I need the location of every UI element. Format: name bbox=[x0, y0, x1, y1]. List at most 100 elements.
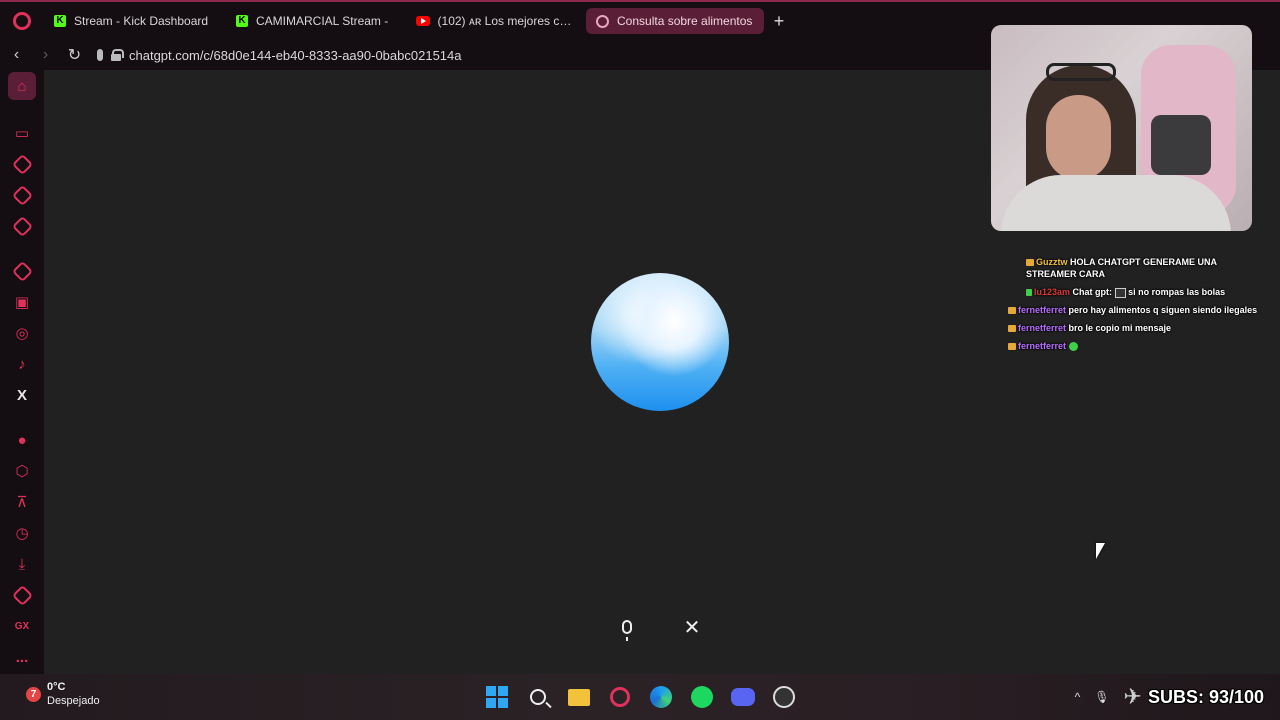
pin-icon: ⊼ bbox=[16, 494, 28, 511]
gamepad-icon: ▭ bbox=[14, 125, 30, 142]
chat-text: bro le copio mi mensaje bbox=[1068, 323, 1172, 333]
history-icon: ◷ bbox=[15, 525, 29, 542]
sidebar-more-button[interactable]: ... bbox=[8, 643, 36, 671]
chevron-right-icon: › bbox=[42, 46, 49, 63]
sub-badge-icon bbox=[1008, 325, 1016, 333]
chat-username: fernetferret bbox=[1018, 305, 1067, 315]
sidebar-pin-button[interactable]: ⊼ bbox=[8, 488, 36, 516]
spotify-button[interactable] bbox=[687, 682, 717, 712]
gx-icon: GX bbox=[14, 620, 30, 632]
sidebar-aria-button[interactable] bbox=[8, 150, 36, 178]
sidebar-home-button[interactable]: ⌂ bbox=[8, 72, 36, 100]
tab-camimarcial-stream[interactable]: K CAMIMARCIAL Stream - bbox=[226, 8, 404, 34]
x-icon: X bbox=[16, 386, 27, 404]
chatgpt-icon bbox=[11, 184, 33, 206]
microphone-icon bbox=[622, 620, 632, 641]
weather-widget[interactable]: 7 0°C Despejado bbox=[26, 680, 100, 708]
mouse-cursor-icon bbox=[1096, 543, 1105, 559]
sidebar-download-button[interactable]: ⤓ bbox=[8, 550, 36, 578]
sub-badge-icon bbox=[1026, 259, 1034, 267]
url-field[interactable]: chatgpt.com/c/68d0e144-eb40-8333-aa90-0b… bbox=[97, 48, 461, 63]
sidebar: ⌂ ▭ ▣ ◎ ♪ X ● ⬡ ⊼ ◷ ⤓ GX ... bbox=[0, 70, 44, 674]
search-button[interactable] bbox=[523, 682, 553, 712]
mute-mic-button[interactable] bbox=[607, 610, 647, 644]
record-icon: ● bbox=[17, 431, 27, 449]
sidebar-openai-button[interactable] bbox=[8, 257, 36, 285]
sidebar-twitch-button[interactable]: ▣ bbox=[8, 288, 36, 316]
system-tray: ^ 🎙 ✈ SUBS: 93/100 bbox=[1075, 674, 1280, 720]
badge-icon bbox=[1026, 289, 1032, 297]
tab-youtube[interactable]: (102) ᴀʀ Los mejores caso bbox=[406, 8, 584, 34]
chat-username: Guzztw bbox=[1036, 257, 1068, 267]
sidebar-extensions-button[interactable] bbox=[8, 581, 36, 609]
folder-icon bbox=[568, 688, 590, 706]
tiktok-icon: ♪ bbox=[18, 355, 26, 373]
sidebar-x-button[interactable]: X bbox=[8, 381, 36, 409]
obs-button[interactable] bbox=[769, 682, 799, 712]
instagram-icon: ◎ bbox=[15, 325, 29, 342]
voice-orb bbox=[591, 273, 729, 411]
weather-temp: 0°C bbox=[47, 681, 66, 693]
reload-icon: ↻ bbox=[67, 47, 82, 64]
sidebar-package-button[interactable]: ⬡ bbox=[8, 457, 36, 485]
chat-username: lu123am bbox=[1034, 287, 1071, 297]
discord-icon bbox=[731, 688, 755, 706]
chevron-left-icon: ‹ bbox=[13, 46, 20, 63]
opera-logo-icon bbox=[13, 12, 31, 30]
tab-kick-dashboard[interactable]: K Stream - Kick Dashboard bbox=[44, 8, 224, 34]
package-icon: ⬡ bbox=[15, 463, 29, 480]
sidebar-tiktok-button[interactable]: ♪ bbox=[8, 350, 36, 378]
sidebar-gamepad-button[interactable]: ▭ bbox=[8, 119, 36, 147]
kick-icon: K bbox=[236, 15, 248, 27]
extensions-icon bbox=[11, 584, 33, 606]
edge-button[interactable] bbox=[646, 682, 676, 712]
tab-consulta-alimentos[interactable]: Consulta sobre alimentos bbox=[586, 8, 764, 34]
chat-text: Chat gpt: bbox=[1072, 287, 1113, 297]
emote-icon bbox=[1068, 342, 1078, 352]
emote-icon bbox=[1114, 287, 1126, 298]
forward-button[interactable]: › bbox=[33, 41, 58, 69]
home-icon: ⌂ bbox=[17, 77, 27, 95]
taskbar: 7 0°C Despejado ^ 🎙 ✈ SUBS: 93/100 bbox=[0, 674, 1280, 720]
chat-message: lu123am Chat gpt: si no rompas las bolas bbox=[1008, 286, 1258, 298]
openai-icon bbox=[11, 260, 33, 282]
ai-icon bbox=[11, 215, 33, 237]
start-button[interactable] bbox=[482, 682, 512, 712]
sidebar-instagram-button[interactable]: ◎ bbox=[8, 319, 36, 347]
new-tab-button[interactable]: + bbox=[766, 8, 792, 34]
weather-desc: Despejado bbox=[47, 695, 100, 707]
sidebar-chatgpt-button[interactable] bbox=[8, 181, 36, 209]
subs-counter: SUBS: 93/100 bbox=[1147, 686, 1264, 707]
sidebar-ai-button[interactable] bbox=[8, 212, 36, 240]
mic-in-use-icon[interactable] bbox=[97, 49, 103, 61]
lock-icon[interactable] bbox=[111, 49, 124, 61]
sub-badge-icon bbox=[1008, 343, 1016, 351]
chat-message: Guzztw HOLA CHATGPT GENERAME UNA STREAME… bbox=[1008, 256, 1258, 280]
reload-button[interactable]: ↻ bbox=[62, 41, 87, 69]
chatgpt-icon bbox=[596, 14, 609, 28]
back-button[interactable]: ‹ bbox=[4, 41, 29, 69]
windows-icon bbox=[486, 686, 508, 708]
obs-icon bbox=[773, 686, 795, 708]
webcam-overlay bbox=[991, 25, 1252, 231]
show-hidden-icons-button[interactable]: ^ bbox=[1075, 690, 1081, 704]
youtube-icon bbox=[416, 16, 430, 26]
opera-menu-button[interactable] bbox=[0, 2, 44, 40]
twitch-icon: ▣ bbox=[14, 294, 30, 311]
file-explorer-button[interactable] bbox=[564, 682, 594, 712]
end-voice-button[interactable]: ✕ bbox=[672, 610, 712, 644]
chat-text: pero hay alimentos q siguen siendo ilega… bbox=[1068, 305, 1258, 315]
sidebar-history-button[interactable]: ◷ bbox=[8, 519, 36, 547]
sidebar-record-button[interactable]: ● bbox=[8, 426, 36, 454]
chat-message: fernetferret bbox=[1008, 340, 1258, 352]
more-icon: ... bbox=[15, 648, 29, 666]
sub-badge-icon bbox=[1008, 307, 1016, 315]
sidebar-gx-button[interactable]: GX bbox=[8, 612, 36, 640]
microphone-tray-icon[interactable]: 🎙 bbox=[1094, 690, 1109, 704]
stream-chat-overlay: Guzztw HOLA CHATGPT GENERAME UNA STREAME… bbox=[1008, 256, 1258, 358]
taskbar-apps bbox=[482, 682, 799, 712]
discord-button[interactable] bbox=[728, 682, 758, 712]
download-icon: ⤓ bbox=[18, 555, 26, 573]
search-icon bbox=[530, 689, 546, 705]
opera-gx-button[interactable] bbox=[605, 682, 635, 712]
